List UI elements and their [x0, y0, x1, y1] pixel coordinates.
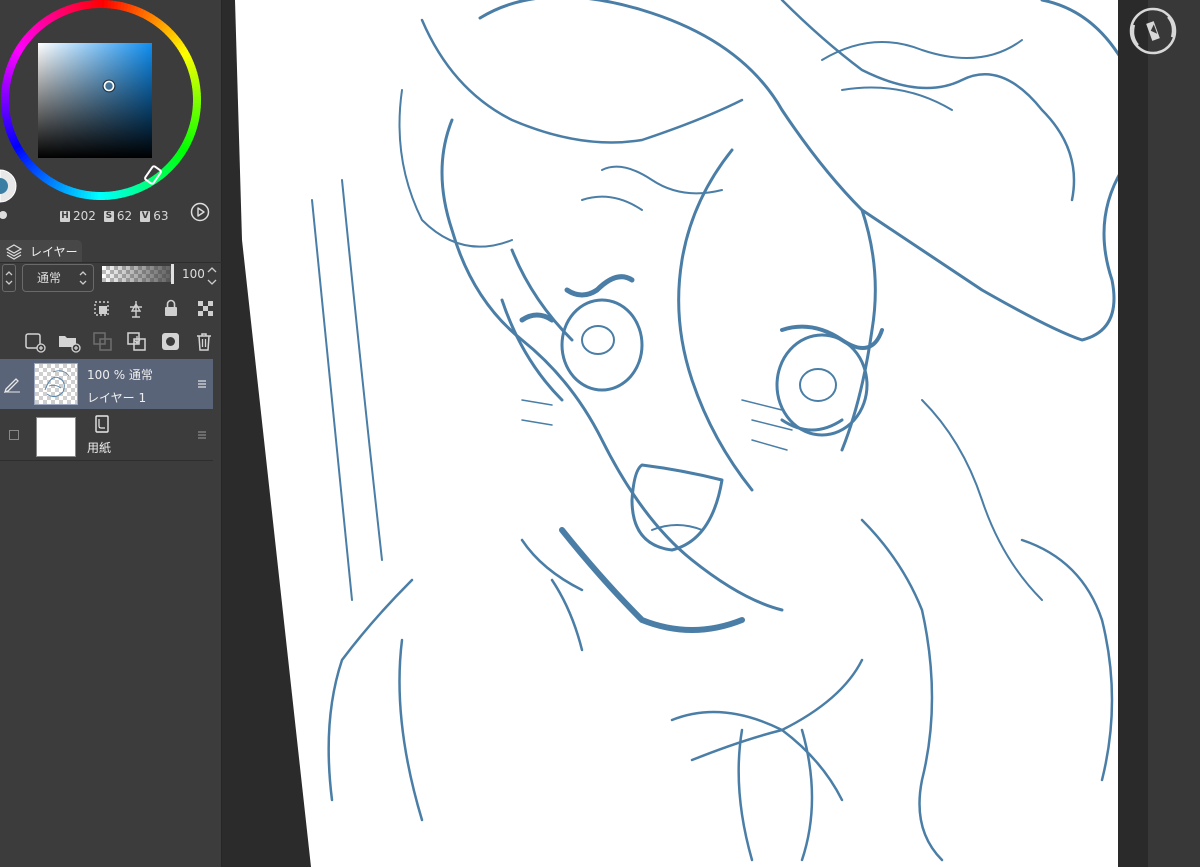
paper-sheet[interactable]	[235, 0, 1144, 867]
merge-down-icon[interactable]	[126, 331, 148, 353]
canvas-rotate-reset-icon[interactable]	[1125, 3, 1181, 59]
layer-row-layer-1[interactable]: 100 % 通常 レイヤー 1	[0, 359, 213, 409]
layer-tab[interactable]: レイヤー	[0, 240, 82, 262]
color-wheel[interactable]	[0, 0, 222, 232]
up-down-chevron-icon	[5, 271, 13, 285]
up-down-chevron-icon	[79, 271, 87, 285]
transfer-to-lower-layer-icon[interactable]	[92, 331, 114, 353]
layer-name[interactable]: 用紙	[87, 439, 111, 456]
layer-thumbnail	[36, 417, 76, 457]
layers-stack-icon	[5, 244, 23, 260]
layer-visibility-checkbox[interactable]	[9, 430, 19, 440]
sketch-thumbnail	[44, 370, 70, 398]
h-value: 202	[73, 209, 96, 223]
paper-icon	[95, 415, 109, 433]
left-panel: H 202 S 62 V 63 レイヤー 通常 100 100 % 通常 レイヤ…	[0, 0, 222, 867]
hue-ring-segment	[97, 0, 102, 9]
v-value: 63	[153, 209, 169, 223]
blend-stepper-left[interactable]	[2, 264, 16, 292]
s-key: S	[103, 210, 114, 222]
play-circle-icon[interactable]	[190, 202, 210, 222]
new-folder-icon[interactable]	[57, 331, 81, 353]
layer-mask-icon[interactable]	[160, 331, 182, 353]
v-key: V	[140, 210, 151, 222]
right-panel-edge	[1148, 0, 1200, 867]
layer-panel-header: レイヤー	[0, 240, 222, 263]
layer-info: 100 % 通常	[87, 368, 153, 382]
new-raster-layer-icon[interactable]	[24, 331, 46, 353]
layer-thumbnail	[34, 363, 78, 405]
opacity-slider-thumb[interactable]	[171, 264, 174, 284]
pen-icon	[3, 378, 20, 393]
drawing-canvas[interactable]	[222, 0, 1200, 867]
opacity-slider[interactable]	[102, 264, 174, 284]
canvas-area[interactable]	[222, 0, 1200, 867]
layer-row-paper[interactable]: 用紙	[0, 411, 213, 461]
layer-tab-label: レイヤー	[30, 244, 78, 259]
blend-mode-select[interactable]: 通常	[22, 264, 94, 292]
layer-name[interactable]: レイヤー 1	[87, 389, 146, 406]
opacity-slider-fill	[102, 266, 174, 282]
swap-colors-icon[interactable]	[0, 211, 7, 219]
canvas-right-shadow	[1118, 0, 1148, 867]
lock-transparent-pixels-icon[interactable]	[196, 299, 216, 319]
reference-layer-icon[interactable]	[126, 299, 146, 319]
blend-mode-value: 通常	[37, 271, 62, 285]
trash-icon[interactable]	[194, 331, 214, 353]
up-down-chevron-icon[interactable]	[206, 266, 218, 286]
clip-to-layer-below-icon[interactable]	[92, 299, 112, 319]
lock-icon[interactable]	[162, 298, 180, 318]
hsv-readout: H 202 S 62 V 63	[60, 209, 173, 223]
color-wheel-panel: H 202 S 62 V 63	[0, 0, 222, 232]
s-value: 62	[116, 209, 133, 223]
hamburger-icon[interactable]	[197, 379, 207, 389]
hamburger-icon[interactable]	[197, 430, 207, 440]
opacity-value: 100	[182, 267, 205, 281]
h-key: H	[60, 210, 70, 222]
